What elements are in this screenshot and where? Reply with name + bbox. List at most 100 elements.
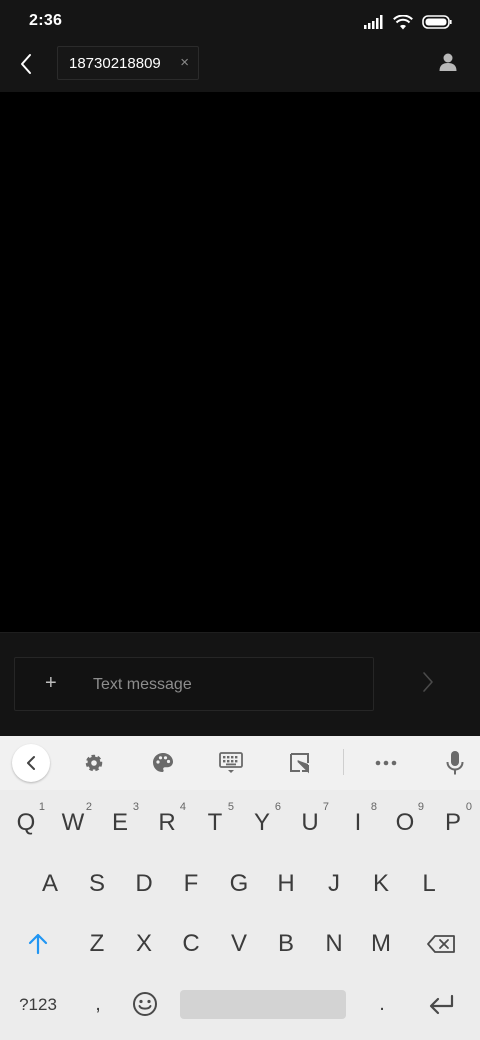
key-label: U [301,809,319,836]
battery-icon [422,15,452,29]
more-dots-icon [375,760,397,766]
key-label: C [182,930,200,957]
key-o[interactable]: 9O [382,795,428,851]
microphone-icon [446,751,464,775]
toolbar-divider [343,749,344,775]
key-label: F [183,870,199,897]
wifi-icon [393,14,413,29]
key-y[interactable]: 6Y [239,795,285,851]
key-label: X [135,930,152,957]
key-v[interactable]: V [216,916,262,972]
enter-return-icon [429,994,454,1015]
key-hint: 5 [227,801,234,813]
keyboard-toolbar [0,736,480,790]
key-label: J [328,870,340,897]
remove-recipient-icon[interactable]: × [180,54,189,72]
recipient-number: 18730218809 [69,54,161,72]
keyboard-collapse-button[interactable] [12,744,50,782]
key-w[interactable]: 2W [50,795,96,851]
key-label: H [277,870,295,897]
back-button[interactable] [10,48,42,80]
period-key[interactable]: . [359,976,405,1032]
key-label: T [207,809,223,836]
key-m[interactable]: M [358,916,404,972]
key-b[interactable]: B [263,916,309,972]
send-button[interactable] [418,669,438,695]
contact-button[interactable] [436,50,460,74]
keyboard-settings-button[interactable] [80,749,108,777]
status-icons [364,14,452,30]
key-x[interactable]: X [121,916,167,972]
key-l[interactable]: L [406,856,452,912]
key-label: G [229,870,249,897]
shift-arrow-icon [28,933,48,955]
composer-box[interactable]: + [14,657,374,711]
key-z[interactable]: Z [74,916,120,972]
voice-input-button[interactable] [441,749,469,777]
key-f[interactable]: F [168,856,214,912]
space-bar[interactable] [180,990,346,1019]
comma-key[interactable]: , [75,976,121,1032]
key-s[interactable]: S [74,856,120,912]
key-label: D [135,870,153,897]
key-hint: 6 [274,801,281,813]
key-r[interactable]: 4R [144,795,190,851]
key-label: O [395,809,415,836]
key-hint: 0 [465,801,472,813]
key-label: S [88,870,105,897]
backspace-key[interactable] [418,916,464,972]
soft-keyboard: 1Q 2W 3E 4R 5T 6Y 7U 8I 9O 0P A S D F G … [0,736,480,1040]
key-label: Z [89,930,105,957]
key-u[interactable]: 7U [287,795,333,851]
one-handed-mode-button[interactable] [217,749,245,777]
key-label: A [41,870,58,897]
key-i[interactable]: 8I [335,795,381,851]
key-hint: 1 [38,801,45,813]
key-j[interactable]: J [311,856,357,912]
key-label: L [422,870,436,897]
emoji-smiley-icon [133,992,157,1016]
message-input[interactable] [93,673,363,697]
enter-key[interactable] [418,976,464,1032]
key-hint: 4 [179,801,186,813]
key-label: I [354,809,362,836]
signal-icon [364,15,383,29]
key-label: M [371,930,391,957]
key-q[interactable]: 1Q [3,795,49,851]
key-label: B [277,930,294,957]
symbols-key[interactable]: ?123 [8,990,68,1020]
key-c[interactable]: C [168,916,214,972]
floating-keyboard-button[interactable] [286,749,314,777]
key-label: V [230,930,247,957]
key-e[interactable]: 3E [97,795,143,851]
key-label: W [61,809,85,836]
more-options-button[interactable] [372,749,400,777]
key-g[interactable]: G [216,856,262,912]
keyboard-theme-button[interactable] [149,749,177,777]
key-hint: 2 [85,801,92,813]
conversation-header: 18730218809 × [0,44,480,92]
recipient-chip[interactable]: 18730218809 × [57,46,199,80]
settings-gear-icon [85,754,103,772]
key-d[interactable]: D [121,856,167,912]
key-t[interactable]: 5T [192,795,238,851]
theme-palette-icon [153,753,173,772]
key-label: Q [16,809,36,836]
key-h[interactable]: H [263,856,309,912]
key-label: N [325,930,343,957]
key-n[interactable]: N [311,916,357,972]
attach-button[interactable]: + [45,671,57,695]
key-label: Y [253,809,270,836]
key-hint: 7 [322,801,329,813]
key-label: E [111,809,128,836]
send-chevron-icon [423,672,433,692]
key-k[interactable]: K [358,856,404,912]
message-list [0,92,480,632]
shift-key[interactable] [15,916,61,972]
key-p[interactable]: 0P [430,795,476,851]
key-hint: 3 [132,801,139,813]
key-a[interactable]: A [27,856,73,912]
emoji-key[interactable] [122,976,168,1032]
keyboard-collapse-icon [27,756,35,770]
contact-person-icon [439,53,457,71]
